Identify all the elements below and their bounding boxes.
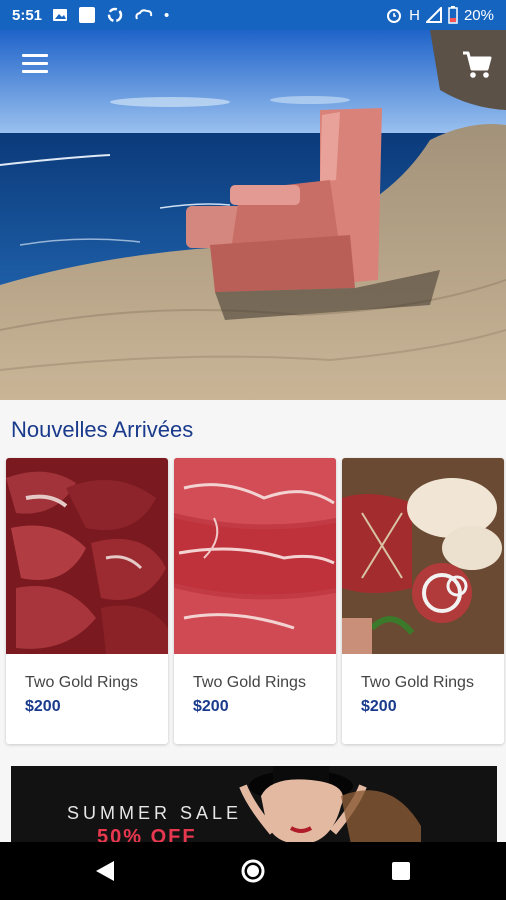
product-card[interactable]: Two Gold Rings $200 [174, 458, 336, 744]
hamburger-menu-icon[interactable] [22, 54, 48, 74]
section-title: Nouvelles Arrivées [11, 417, 194, 442]
product-price: $200 [25, 698, 61, 715]
summer-sale-banner[interactable]: SUMMER SALE 50% OFF [11, 766, 497, 844]
image-icon [53, 9, 68, 21]
home-circle-icon[interactable] [240, 858, 266, 884]
product-name: Two Gold Rings [193, 674, 306, 691]
network-type: H [409, 6, 420, 24]
product-image [174, 458, 336, 654]
system-navigation-bar [0, 842, 506, 900]
product-price: $200 [361, 698, 397, 715]
product-carousel[interactable]: Two Gold Rings $200 Two Gold Rings $200 [6, 458, 506, 748]
product-card[interactable]: Two Gold Rings $200 [342, 458, 504, 744]
cloud-icon [135, 9, 153, 20]
sale-title: SUMMER SALE [67, 803, 243, 823]
battery-percent: 20% [463, 6, 494, 24]
status-time: 5:51 [12, 6, 43, 24]
square-icon [79, 7, 96, 23]
product-image [6, 458, 168, 654]
sync-icon [107, 7, 123, 23]
alarm-icon [387, 9, 402, 23]
recents-square-icon[interactable] [388, 858, 414, 884]
product-image [342, 458, 504, 654]
dot-icon: • [164, 6, 170, 24]
product-name: Two Gold Rings [361, 674, 474, 691]
product-name: Two Gold Rings [25, 674, 138, 691]
product-card[interactable]: Two Gold Rings $200 [6, 458, 168, 744]
back-triangle-icon[interactable] [92, 858, 118, 884]
hero-banner-image [0, 30, 506, 400]
battery-icon [448, 6, 458, 24]
status-bar: 5:51 • H 20% [0, 0, 506, 30]
shopping-cart-icon[interactable] [461, 50, 493, 80]
signal-icon [425, 7, 442, 23]
product-price: $200 [193, 698, 229, 715]
